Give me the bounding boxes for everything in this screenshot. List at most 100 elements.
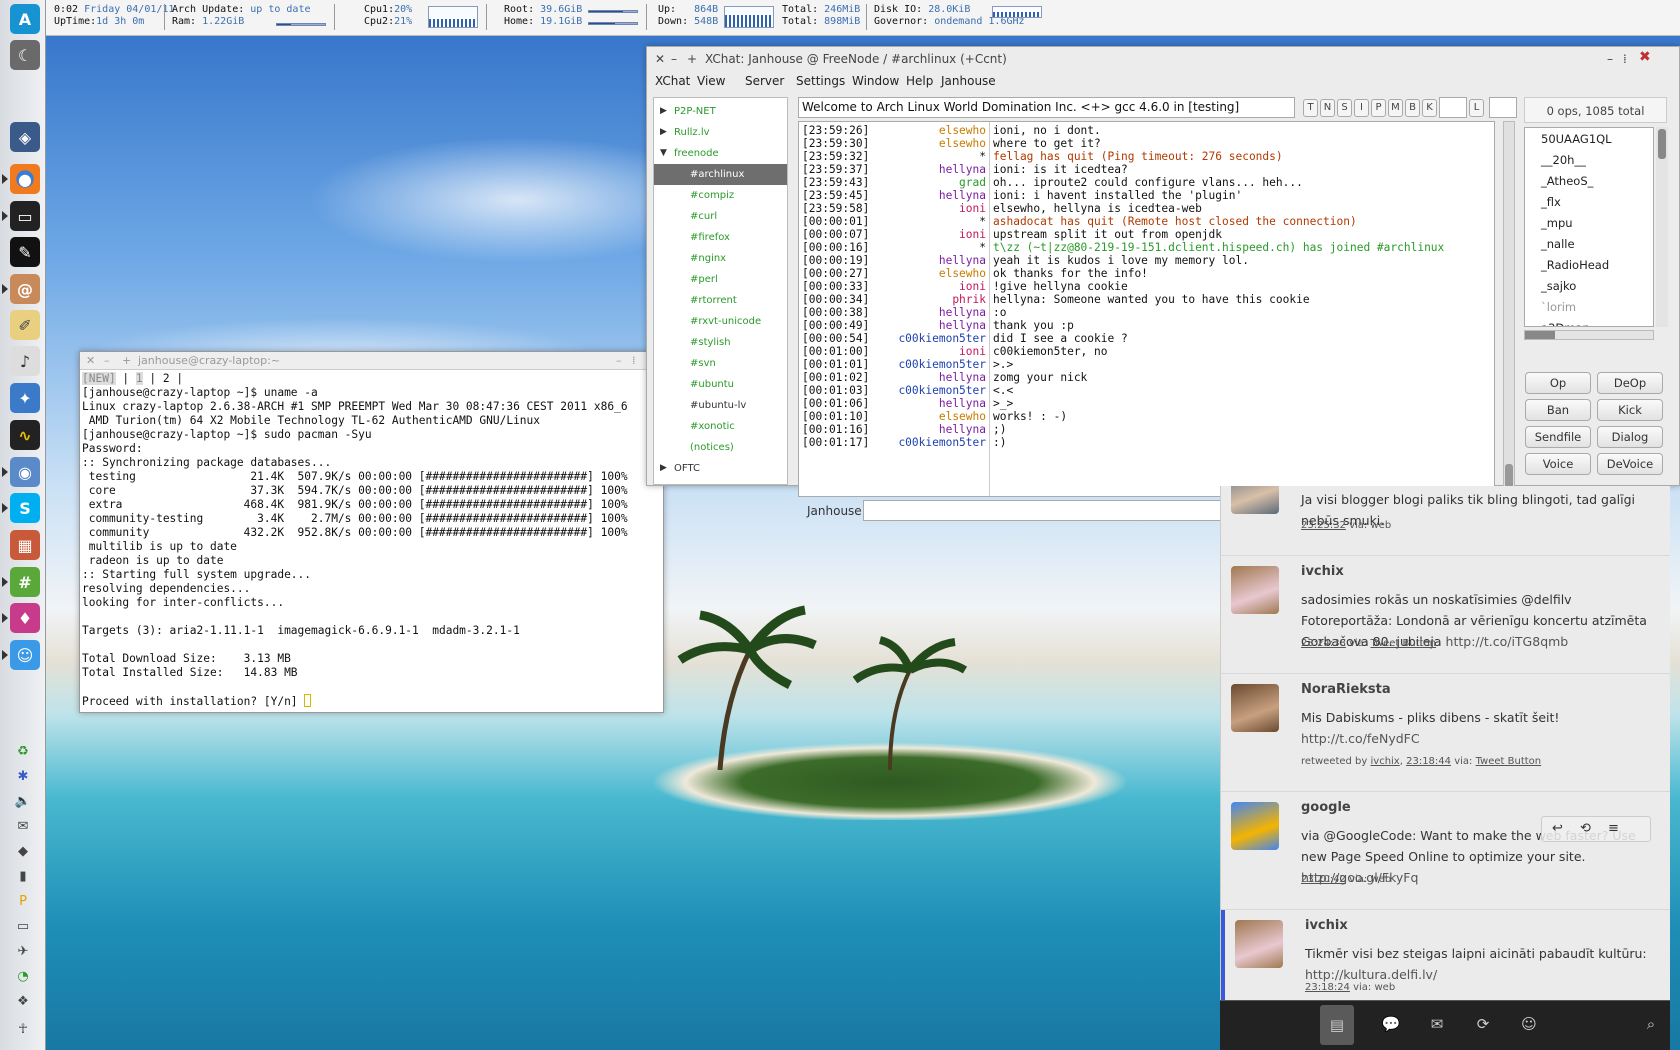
tweet-source[interactable]: web bbox=[1370, 520, 1391, 531]
mail-icon[interactable]: ✉ bbox=[12, 815, 34, 837]
timeline-icon[interactable]: ▤ bbox=[1320, 1005, 1354, 1045]
user-entry[interactable]: `lorim bbox=[1541, 297, 1576, 318]
user-entry[interactable]: _mpu bbox=[1541, 213, 1573, 234]
tweet-time[interactable]: 23:25:32 bbox=[1301, 520, 1346, 531]
expander-icon[interactable]: ▶ bbox=[660, 122, 667, 143]
mode-button-p[interactable]: P bbox=[1371, 99, 1386, 117]
channel-item[interactable]: #rxvt-unicode bbox=[654, 311, 787, 332]
arch-menu-icon[interactable]: A bbox=[10, 4, 40, 34]
kick-button[interactable]: Kick bbox=[1597, 399, 1663, 421]
mode-button-i[interactable]: I bbox=[1354, 99, 1369, 117]
channel-item[interactable]: ▼ freenode bbox=[654, 143, 787, 164]
nick-button[interactable]: Janhouse bbox=[807, 504, 862, 518]
expander-icon[interactable]: ▶ bbox=[660, 101, 667, 122]
text-editor-icon[interactable]: ✐ bbox=[10, 310, 40, 340]
channel-item[interactable]: #rtorrent bbox=[654, 290, 787, 311]
terminal-titlebar[interactable]: ✕ – + janhouse@crazy-laptop:~ – ⁞ bbox=[80, 352, 663, 370]
window-close-icon[interactable]: ✖ bbox=[1639, 49, 1651, 65]
avatar[interactable] bbox=[1235, 920, 1283, 968]
terminal-tab-1[interactable]: 1 bbox=[135, 372, 143, 385]
plus-icon[interactable]: + bbox=[687, 52, 697, 66]
channel-item[interactable]: #ubuntu bbox=[654, 374, 787, 395]
xchat-titlebar[interactable]: ✕ – + XChat: Janhouse @ FreeNode / #arch… bbox=[647, 47, 1679, 71]
nick[interactable]: ioni bbox=[799, 280, 986, 293]
channel-item[interactable]: #compiz bbox=[654, 185, 787, 206]
search-icon[interactable]: ⌕ bbox=[1640, 1015, 1662, 1035]
terminal-window[interactable]: ✕ – + janhouse@crazy-laptop:~ – ⁞ [NEW] … bbox=[79, 351, 664, 713]
channel-tree[interactable]: ▶ P2P-NET ▶ Rullz.lv ▼ freenode #archlinux #com… bbox=[653, 97, 788, 485]
ban-button[interactable]: Ban bbox=[1525, 399, 1591, 421]
tweet-time[interactable]: 23:18:24 bbox=[1305, 982, 1350, 993]
tweet-time[interactable]: 23:20:42 bbox=[1301, 874, 1346, 885]
voice-button[interactable]: Voice bbox=[1525, 453, 1591, 475]
menu-window[interactable]: Window bbox=[852, 74, 899, 88]
nick[interactable]: phrik bbox=[799, 293, 986, 306]
profile-icon[interactable]: ☺ bbox=[1518, 1015, 1540, 1035]
firefox-icon[interactable]: ● bbox=[10, 164, 40, 194]
nick[interactable]: * bbox=[799, 215, 986, 228]
nick[interactable]: hellyna bbox=[799, 319, 986, 332]
chat-scrollbar[interactable] bbox=[1503, 121, 1515, 497]
tweet-item[interactable]: google via @GoogleCode: Want to make the … bbox=[1221, 792, 1670, 910]
chat-log[interactable]: [23:59:26] elsewho ioni, no i dont. [23:59:… bbox=[798, 121, 1495, 497]
inkscape-icon[interactable]: ✎ bbox=[10, 237, 40, 267]
user-list[interactable]: 50UAAG1QL __20h__ _AtheoS_ _flx _mpu _nalle _R… bbox=[1524, 127, 1654, 327]
grip-icon[interactable]: ⁞ bbox=[1623, 52, 1627, 66]
user-entry[interactable]: _sajko bbox=[1541, 276, 1576, 297]
tweet-link[interactable]: http://t.co/iTG8qmb bbox=[1446, 634, 1569, 649]
minimize-icon[interactable]: – bbox=[671, 52, 677, 66]
sendfile-button[interactable]: Sendfile bbox=[1525, 426, 1591, 448]
stats-icon[interactable]: ▮ bbox=[12, 865, 34, 887]
tweet-source[interactable]: Tweet Button bbox=[1476, 756, 1542, 767]
user-entry[interactable]: _AtheoS_ bbox=[1541, 171, 1593, 192]
clock-icon[interactable]: ◔ bbox=[12, 965, 34, 987]
replies-icon[interactable]: 💬 bbox=[1380, 1015, 1402, 1035]
skype-icon[interactable]: S bbox=[10, 493, 40, 523]
channel-item[interactable]: #svn bbox=[654, 353, 787, 374]
op-button[interactable]: Op bbox=[1525, 372, 1591, 394]
volume-icon[interactable]: 🔈 bbox=[12, 790, 34, 812]
channel-item[interactable]: #stylish bbox=[654, 332, 787, 353]
mode-button-s[interactable]: S bbox=[1337, 99, 1352, 117]
nick[interactable]: grad bbox=[799, 176, 986, 189]
retweet-icon[interactable]: ⟲ bbox=[1580, 821, 1591, 836]
menu-icon[interactable]: ≡ bbox=[1608, 821, 1619, 836]
channel-item[interactable]: ▶ Rullz.lv bbox=[654, 122, 787, 143]
retweet-user[interactable]: ivchix bbox=[1371, 756, 1400, 767]
avatar[interactable] bbox=[1231, 486, 1279, 514]
menu-server[interactable]: Server bbox=[745, 74, 784, 88]
pin-icon[interactable]: ✈ bbox=[12, 940, 34, 962]
network-icon[interactable]: ◉ bbox=[10, 457, 40, 487]
image-viewer-icon[interactable]: ▦ bbox=[10, 530, 40, 560]
battery-icon[interactable]: ▭ bbox=[12, 915, 34, 937]
channel-item[interactable]: (notices) bbox=[654, 437, 787, 458]
terminal-icon[interactable]: ▭ bbox=[10, 201, 40, 231]
channel-item[interactable]: #xonotic bbox=[654, 416, 787, 437]
moon-icon[interactable]: ☾ bbox=[10, 40, 40, 70]
channel-item[interactable]: #curl bbox=[654, 206, 787, 227]
menu-help[interactable]: Help bbox=[906, 74, 933, 88]
nick[interactable]: elsewho bbox=[799, 410, 986, 423]
xchat-icon[interactable]: # bbox=[10, 567, 40, 597]
recycle-icon[interactable]: ♻ bbox=[12, 740, 34, 762]
tweet-author[interactable]: google bbox=[1301, 800, 1351, 815]
channel-item[interactable]: ▶ P2P-NET bbox=[654, 101, 787, 122]
avatar[interactable] bbox=[1231, 802, 1279, 850]
limit-field[interactable] bbox=[1439, 97, 1467, 118]
minimize-icon[interactable]: – bbox=[104, 354, 110, 367]
tweet-source[interactable]: Tweet Button bbox=[1370, 638, 1436, 649]
mode-button-b[interactable]: B bbox=[1405, 99, 1420, 117]
nick[interactable]: c00kiemon5ter bbox=[799, 358, 986, 371]
mode-button-l[interactable]: L bbox=[1469, 99, 1484, 117]
channel-item[interactable]: #archlinux bbox=[654, 164, 787, 185]
nick[interactable]: hellyna bbox=[799, 306, 986, 319]
mode-button-t[interactable]: T bbox=[1303, 99, 1318, 117]
chat-icon[interactable]: ♦ bbox=[10, 603, 40, 633]
tweet-source[interactable]: web bbox=[1370, 874, 1391, 885]
avatar[interactable] bbox=[1231, 684, 1279, 732]
tweet-author[interactable]: ivchix bbox=[1301, 564, 1344, 579]
tweet-link[interactable]: http://kultura.delfi.lv/ bbox=[1305, 967, 1437, 982]
dropbox-icon[interactable]: ❖ bbox=[12, 990, 34, 1012]
tweet-item[interactable]: ivchix Tikmēr visi bez steigas laipni aic… bbox=[1221, 910, 1670, 1000]
deop-button[interactable]: DeOp bbox=[1597, 372, 1663, 394]
